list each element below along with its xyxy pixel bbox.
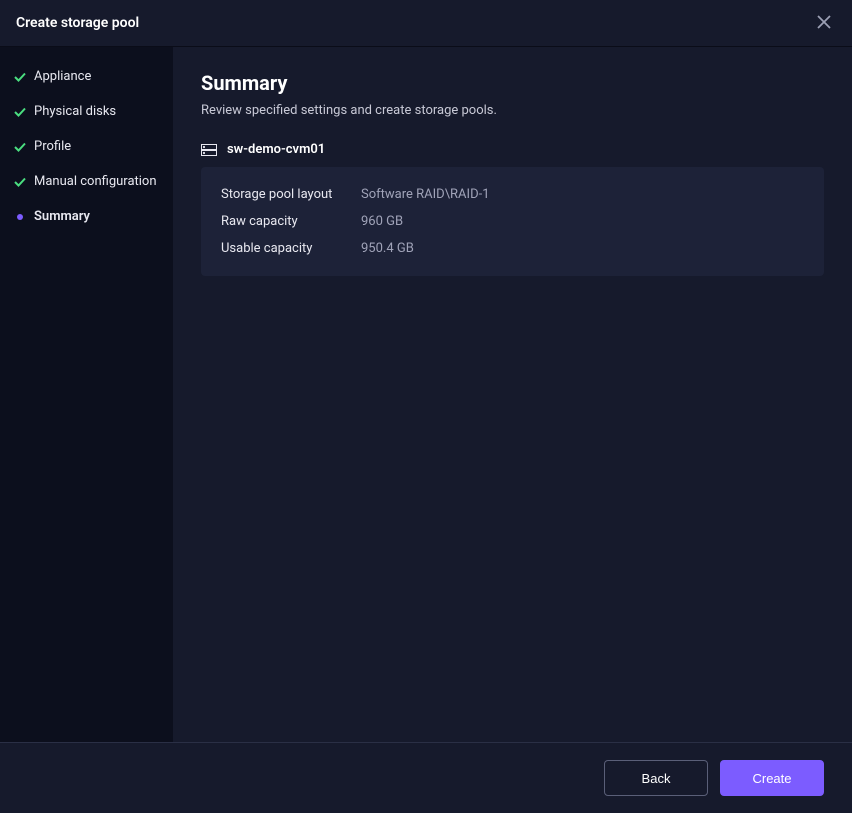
check-icon	[14, 71, 26, 83]
create-storage-pool-modal: Create storage pool Appliance	[0, 0, 852, 813]
detail-value: 950.4 GB	[361, 241, 414, 256]
server-icon	[201, 144, 217, 156]
detail-row-raw-capacity: Raw capacity 960 GB	[221, 208, 804, 235]
check-icon	[14, 176, 26, 188]
detail-label: Raw capacity	[221, 214, 361, 229]
sidebar-item-physical-disks[interactable]: Physical disks	[0, 94, 173, 129]
page-title: Summary	[201, 71, 824, 95]
back-button[interactable]: Back	[604, 760, 708, 796]
sidebar-item-summary[interactable]: Summary	[0, 199, 173, 234]
detail-label: Usable capacity	[221, 241, 361, 256]
sidebar-item-label: Summary	[34, 209, 90, 224]
detail-value: Software RAID\RAID-1	[361, 187, 490, 202]
modal-title: Create storage pool	[16, 15, 139, 31]
modal-body: Appliance Physical disks Profile Manual …	[0, 47, 852, 742]
wizard-sidebar: Appliance Physical disks Profile Manual …	[0, 47, 173, 742]
check-icon	[14, 106, 26, 118]
create-button[interactable]: Create	[720, 760, 824, 796]
page-subtitle: Review specified settings and create sto…	[201, 103, 824, 118]
detail-row-layout: Storage pool layout Software RAID\RAID-1	[221, 181, 804, 208]
close-button[interactable]	[812, 11, 836, 35]
sidebar-item-label: Physical disks	[34, 104, 116, 119]
sidebar-item-manual-configuration[interactable]: Manual configuration	[0, 164, 173, 199]
sidebar-item-label: Profile	[34, 139, 71, 154]
sidebar-item-label: Appliance	[34, 69, 91, 84]
sidebar-item-appliance[interactable]: Appliance	[0, 59, 173, 94]
active-dot-icon	[14, 211, 26, 223]
close-icon	[817, 15, 831, 32]
device-row: sw-demo-cvm01	[201, 142, 824, 157]
detail-value: 960 GB	[361, 214, 403, 229]
sidebar-item-label: Manual configuration	[34, 174, 157, 189]
detail-label: Storage pool layout	[221, 187, 361, 202]
details-panel: Storage pool layout Software RAID\RAID-1…	[201, 167, 824, 276]
check-icon	[14, 141, 26, 153]
modal-header: Create storage pool	[0, 0, 852, 47]
main-content: Summary Review specified settings and cr…	[173, 47, 852, 742]
sidebar-item-profile[interactable]: Profile	[0, 129, 173, 164]
device-name: sw-demo-cvm01	[227, 142, 325, 157]
detail-row-usable-capacity: Usable capacity 950.4 GB	[221, 235, 804, 262]
modal-footer: Back Create	[0, 742, 852, 813]
